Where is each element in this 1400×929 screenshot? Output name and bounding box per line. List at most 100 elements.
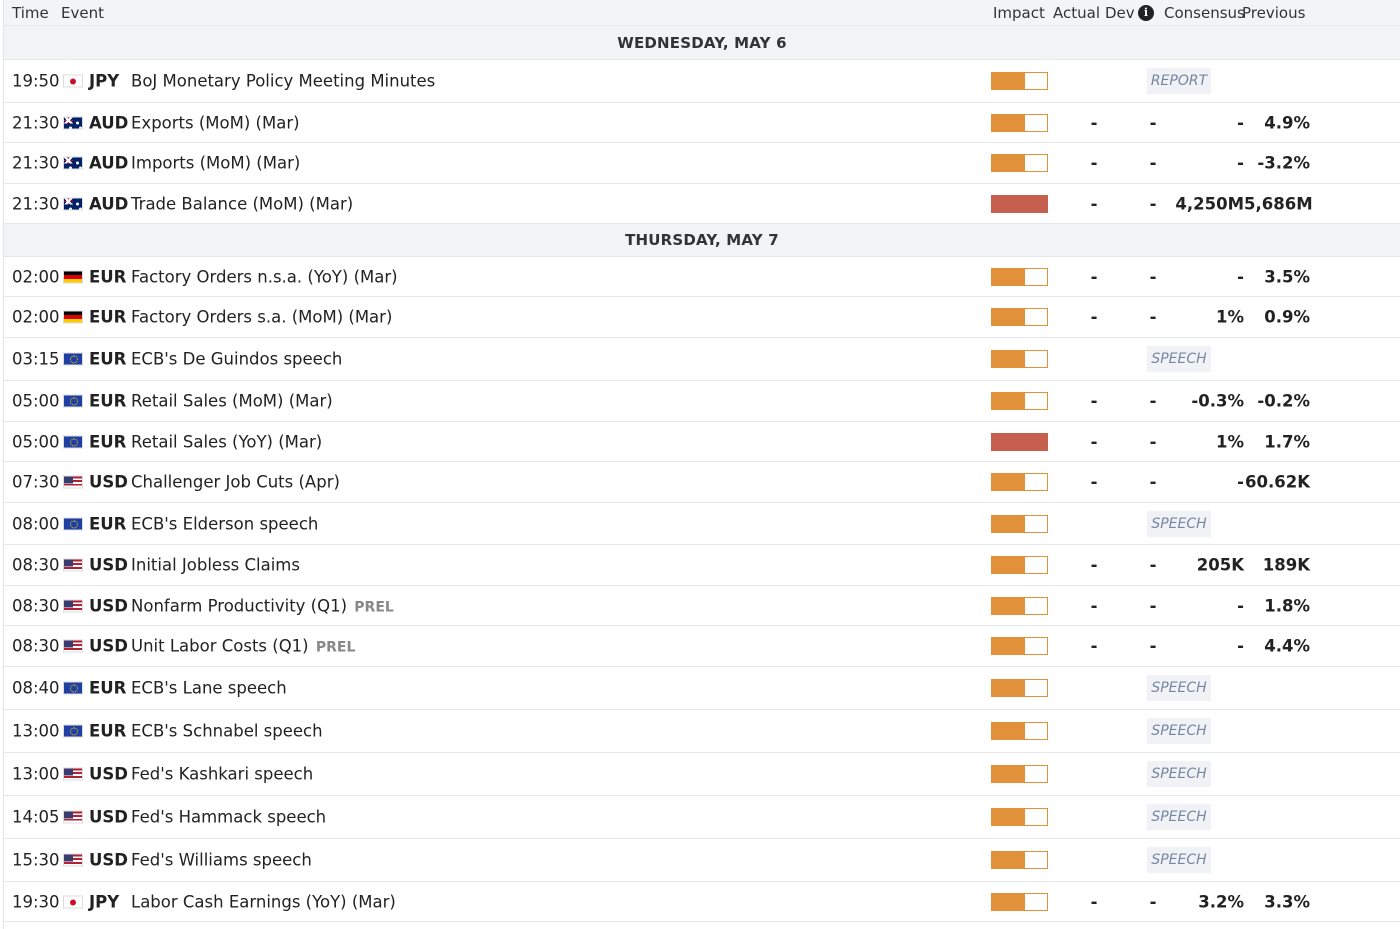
event-time: 02:00 xyxy=(12,267,60,286)
event-name-text: Unit Labor Costs (Q1) xyxy=(131,636,309,656)
event-time: 13:00 xyxy=(12,721,60,741)
impact-indicator xyxy=(991,350,1048,368)
event-type-badge: SPEECH xyxy=(1147,718,1211,744)
event-row[interactable]: 21:30 AUD Trade Balance (MoM) (Mar) - -4,250… xyxy=(4,184,1400,224)
us-flag-icon xyxy=(63,810,83,824)
event-tag: PREL xyxy=(315,639,356,656)
event-currency: JPY xyxy=(89,892,120,911)
event-name[interactable]: Fed's Williams speech xyxy=(131,851,312,870)
jp-flag-icon xyxy=(63,895,83,908)
impact-indicator xyxy=(991,722,1048,740)
event-name-text: Exports (MoM) (Mar) xyxy=(131,113,300,132)
header-event[interactable]: Event xyxy=(61,4,104,22)
previous-value: 3.5% xyxy=(1264,267,1310,286)
au-flag-icon xyxy=(63,116,83,129)
previous-value: 189K xyxy=(1262,555,1310,575)
event-name[interactable]: ECB's Elderson speech xyxy=(131,514,318,533)
event-name[interactable]: Factory Orders s.a. (MoM) (Mar) xyxy=(131,308,392,327)
consensus-value: 4,250M xyxy=(1175,194,1244,213)
event-row[interactable]: 13:00 EUR ECB's Schnabel speech SPEECH xyxy=(4,710,1400,753)
event-name[interactable]: Labor Cash Earnings (YoY) (Mar) xyxy=(131,892,396,911)
de-flag-icon xyxy=(63,310,83,324)
event-name[interactable]: Retail Sales (MoM) (Mar) xyxy=(131,392,333,411)
header-time[interactable]: Time xyxy=(12,4,49,22)
header-consensus[interactable]: Consensus xyxy=(1164,4,1245,22)
event-row[interactable]: 05:00 EUR Retail Sales (YoY) (Mar) - - 1% 1.7% xyxy=(4,422,1400,462)
consensus-value: - xyxy=(1237,153,1244,173)
impact-indicator xyxy=(991,892,1048,911)
event-name[interactable]: Initial Jobless Claims xyxy=(131,556,300,575)
impact-fill xyxy=(992,195,1047,212)
event-name[interactable]: Challenger Job Cuts (Apr) xyxy=(131,473,340,492)
event-name[interactable]: Retail Sales (YoY) (Mar) xyxy=(131,432,322,451)
impact-fill xyxy=(992,723,1025,739)
impact-indicator xyxy=(991,556,1048,574)
event-name[interactable]: ECB's Lane speech xyxy=(131,679,287,698)
event-name[interactable]: BoJ Monetary Policy Meeting Minutes xyxy=(131,72,435,91)
event-time: 13:00 xyxy=(12,764,60,784)
impact-fill xyxy=(992,433,1047,450)
deviation-value: - xyxy=(1149,596,1157,615)
event-currency: USD xyxy=(89,807,128,827)
impact-fill xyxy=(992,638,1025,654)
event-row[interactable]: 02:00 EUR Factory Orders s.a. (MoM) (Mar) -… xyxy=(4,297,1400,338)
event-name[interactable]: Trade Balance (MoM) (Mar) xyxy=(131,194,353,213)
event-row[interactable]: 02:00 EUR Factory Orders n.s.a. (YoY) (Mar… xyxy=(4,257,1400,297)
event-time: 21:30 xyxy=(12,113,60,132)
event-name[interactable]: Factory Orders n.s.a. (YoY) (Mar) xyxy=(131,267,398,286)
event-name-text: Imports (MoM) (Mar) xyxy=(131,153,301,173)
info-icon[interactable]: i xyxy=(1138,5,1154,21)
impact-indicator xyxy=(991,808,1048,826)
event-name[interactable]: Imports (MoM) (Mar) xyxy=(131,154,300,173)
previous-value: 4.9% xyxy=(1264,113,1310,132)
impact-indicator xyxy=(991,432,1048,451)
event-name[interactable]: Fed's Kashkari speech xyxy=(131,765,313,784)
event-row[interactable]: 14:05 USD Fed's Hammack speech SPEECH xyxy=(4,796,1400,839)
event-row[interactable]: 07:30 USD Challenger Job Cuts (Apr) - - -60.6… xyxy=(4,462,1400,503)
event-name[interactable]: Nonfarm Productivity (Q1) PREL xyxy=(131,596,394,615)
event-row[interactable]: 19:30 JPY Labor Cash Earnings (YoY) (Mar) -… xyxy=(4,882,1400,922)
header-impact[interactable]: Impact xyxy=(993,4,1045,22)
event-name[interactable]: ECB's Schnabel speech xyxy=(131,722,323,741)
deviation-value: - xyxy=(1149,391,1157,411)
event-row[interactable]: 08:00 EUR ECB's Elderson speech SPEECH xyxy=(4,503,1400,545)
event-row[interactable]: 08:30 USD Nonfarm Productivity (Q1) PREL - -… xyxy=(4,586,1400,626)
header-previous[interactable]: Previous xyxy=(1242,4,1305,22)
event-row[interactable]: 13:00 USD Fed's Kashkari speech SPEECH xyxy=(4,753,1400,796)
event-name-text: Retail Sales (MoM) (Mar) xyxy=(131,391,333,411)
eu-flag-icon xyxy=(63,724,83,738)
event-currency: USD xyxy=(89,636,128,656)
event-name[interactable]: Exports (MoM) (Mar) xyxy=(131,113,300,132)
event-time: 21:30 xyxy=(12,194,60,213)
eu-flag-icon xyxy=(63,394,83,408)
header-dev[interactable]: Dev xyxy=(1105,4,1135,22)
event-time: 19:30 xyxy=(12,892,60,911)
impact-fill xyxy=(992,515,1025,532)
event-time: 08:30 xyxy=(12,636,60,656)
event-row[interactable]: 08:30 USD Initial Jobless Claims - - 205K 189K xyxy=(4,545,1400,586)
eu-flag-icon xyxy=(63,352,83,366)
event-row[interactable]: 08:40 EUR ECB's Lane speech SPEECH xyxy=(4,667,1400,710)
actual-value: - xyxy=(1090,307,1098,327)
event-name-text: Trade Balance (MoM) (Mar) xyxy=(131,194,354,213)
event-time: 21:30 xyxy=(12,153,60,173)
event-row[interactable]: 03:15 EUR ECB's De Guindos speech SPEECH xyxy=(4,338,1400,381)
event-row[interactable]: 21:30 AUD Exports (MoM) (Mar) - - - 4.9% xyxy=(4,103,1400,143)
event-name[interactable]: ECB's De Guindos speech xyxy=(131,350,342,369)
impact-indicator xyxy=(991,596,1048,615)
event-row[interactable]: 19:50 JPY BoJ Monetary Policy Meeting Minu… xyxy=(4,60,1400,103)
event-row[interactable]: 21:30 AUD Imports (MoM) (Mar) - - - -3.2% xyxy=(4,143,1400,184)
header-actual[interactable]: Actual xyxy=(1053,4,1100,22)
actual-value: - xyxy=(1090,267,1098,286)
au-flag-icon xyxy=(63,197,83,210)
actual-value: - xyxy=(1090,636,1098,656)
event-name[interactable]: Unit Labor Costs (Q1) PREL xyxy=(131,637,355,656)
deviation-value: - xyxy=(1149,892,1157,911)
event-row[interactable]: 05:00 EUR Retail Sales (MoM) (Mar) - - -0.3% -… xyxy=(4,381,1400,422)
consensus-value: 1% xyxy=(1215,307,1244,327)
event-name[interactable]: Fed's Hammack speech xyxy=(131,808,326,827)
event-currency: AUD xyxy=(89,194,129,213)
event-row[interactable]: 15:30 USD Fed's Williams speech SPEECH xyxy=(4,839,1400,882)
impact-indicator xyxy=(991,194,1048,213)
event-row[interactable]: 08:30 USD Unit Labor Costs (Q1) PREL - - -4.4… xyxy=(4,626,1400,667)
